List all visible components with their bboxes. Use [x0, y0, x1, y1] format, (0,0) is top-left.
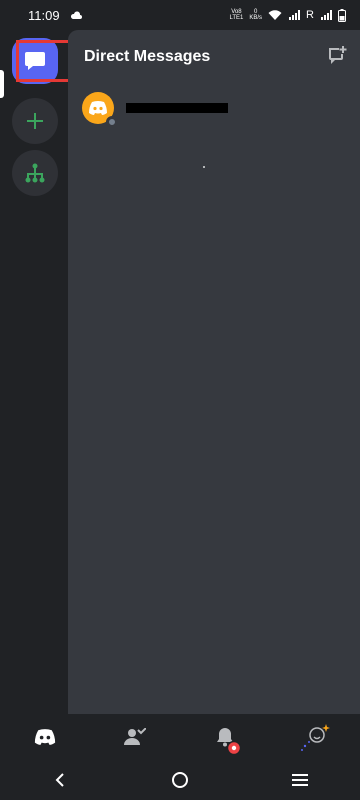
signal-icon-2	[321, 10, 332, 20]
status-time: 11:09	[28, 7, 60, 23]
discord-logo-icon	[34, 729, 56, 745]
rail-selected-indicator	[0, 70, 4, 98]
new-message-icon	[329, 46, 347, 64]
offline-status-dot	[106, 116, 118, 128]
notifications-tab[interactable]	[205, 719, 245, 755]
profile-tab[interactable]	[295, 719, 335, 755]
roaming-indicator: R	[306, 9, 314, 21]
explore-servers-button[interactable]	[12, 150, 58, 196]
avatar	[82, 92, 118, 128]
status-bar: 11:09 Vo8 LTE1 0 KB/s R	[0, 0, 360, 30]
stray-dot	[203, 166, 205, 168]
circle-icon	[172, 772, 188, 788]
new-message-button[interactable]	[326, 44, 348, 66]
dm-list-item[interactable]	[82, 88, 348, 128]
network-tree-icon	[25, 163, 45, 183]
page-title: Direct Messages	[84, 48, 211, 65]
back-button[interactable]	[40, 765, 80, 795]
plus-icon	[27, 113, 43, 129]
signal-icon	[289, 10, 301, 20]
system-nav	[0, 760, 360, 800]
network-speed: 0 KB/s	[249, 9, 263, 21]
avatar-icon	[301, 724, 330, 751]
bottom-nav	[0, 714, 360, 760]
battery-icon	[338, 8, 346, 22]
recents-button[interactable]	[280, 765, 320, 795]
chevron-left-icon	[55, 773, 64, 787]
badge-icon	[227, 741, 241, 755]
redacted-username	[126, 103, 228, 113]
home-button[interactable]	[160, 765, 200, 795]
friends-icon	[124, 728, 146, 745]
direct-messages-panel: Direct Messages	[68, 30, 360, 714]
server-rail	[0, 30, 68, 714]
menu-icon	[292, 774, 308, 786]
add-server-button[interactable]	[12, 98, 58, 144]
friends-tab[interactable]	[115, 719, 155, 755]
network-type: Vo8 LTE1	[229, 9, 244, 21]
wifi-icon	[268, 10, 282, 20]
home-tab[interactable]	[25, 719, 65, 755]
discord-logo-icon	[89, 101, 107, 115]
cloud-icon	[70, 11, 82, 19]
